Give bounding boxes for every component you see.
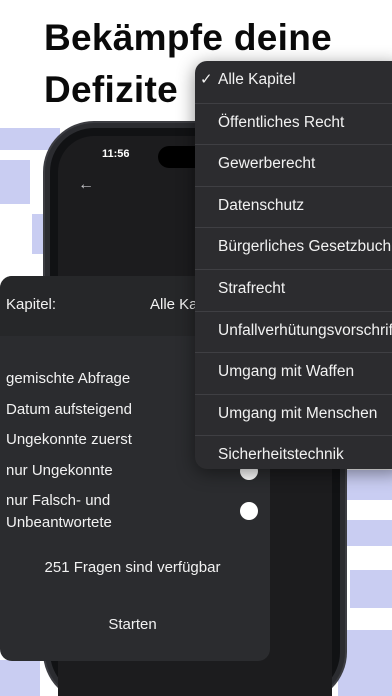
headline-line-1: Bekämpfe deine	[44, 17, 332, 58]
option-only-unknown[interactable]: nur Ungekonnte	[6, 462, 113, 479]
menu-item-label: Alle Kapitel	[218, 71, 296, 88]
menu-item-label: Datenschutz	[218, 196, 305, 214]
menu-item-3[interactable]: Datenschutz	[195, 185, 392, 227]
menu-item-label: Sicherheitstechnik	[218, 446, 344, 464]
available-questions-text: 251 Fragen sind verfügbar	[44, 559, 221, 576]
menu-item-label: Unfallverhütungsvorschrift	[218, 321, 392, 339]
chapter-dropdown-menu: ✓ Alle Kapitel Öffentliches Recht Gewerbere…	[195, 61, 392, 469]
option-date-ascending[interactable]: Datum aufsteigend	[6, 401, 132, 418]
option-unknown-first[interactable]: Ungekonnte zuerst	[6, 431, 132, 448]
menu-item-2[interactable]: Gewerberecht	[195, 144, 392, 185]
menu-item-7[interactable]: Umgang mit Waffen	[195, 352, 392, 393]
menu-item-label: Strafrecht	[218, 280, 286, 297]
back-arrow-icon[interactable]: ←	[78, 176, 94, 194]
menu-item-label: Gewerberecht	[218, 155, 316, 173]
start-button[interactable]: Starten	[0, 616, 265, 633]
checkmark-icon: ✓	[200, 71, 213, 88]
status-time: 11:56	[102, 148, 130, 160]
menu-item-label: Öffentliches Recht	[218, 113, 345, 131]
menu-item-8[interactable]: Umgang mit Menschen	[195, 393, 392, 435]
menu-item-6[interactable]: Unfallverhütungsvorschrift	[195, 310, 392, 352]
menu-item-label: Umgang mit Menschen	[218, 404, 378, 422]
menu-item-label: Bürgerliches Gesetzbuch	[218, 238, 392, 256]
menu-item-0[interactable]: ✓ Alle Kapitel	[195, 61, 392, 102]
menu-item-label: Umgang mit Waffen	[218, 363, 355, 381]
option-mixed-query[interactable]: gemischte Abfrage	[6, 370, 130, 387]
option-only-wrong-unanswered[interactable]: nur Falsch- und Unbeantwortete	[6, 490, 136, 534]
menu-item-1[interactable]: Öffentliches Recht	[195, 102, 392, 144]
chapter-select-value[interactable]: Alle Ka	[150, 296, 198, 313]
menu-item-4[interactable]: Bürgerliches Gesetzbuch	[195, 227, 392, 268]
toggle-only-wrong-unanswered[interactable]	[240, 502, 258, 520]
chapter-label: Kapitel:	[6, 296, 57, 313]
menu-item-9[interactable]: Sicherheitstechnik	[195, 435, 392, 469]
menu-item-5[interactable]: Strafrecht	[195, 269, 392, 310]
